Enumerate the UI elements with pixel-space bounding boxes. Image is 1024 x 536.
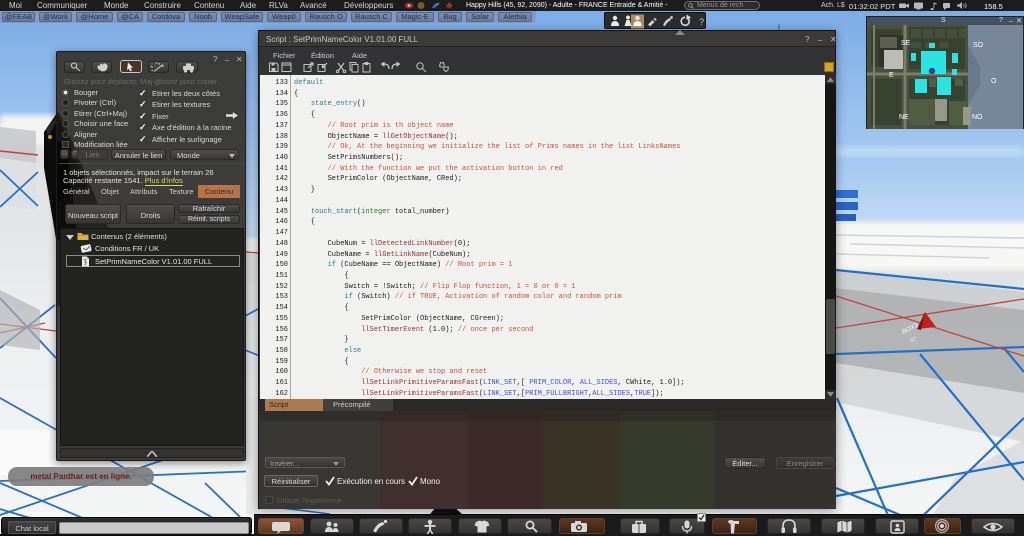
svg-text:?: ? xyxy=(699,17,704,27)
svg-text:SO: SO xyxy=(973,42,984,49)
svg-text:E: E xyxy=(889,72,894,79)
svg-text:SE: SE xyxy=(901,40,911,47)
svg-text:NO: NO xyxy=(972,114,983,121)
svg-text:O: O xyxy=(991,78,997,85)
svg-text:NE: NE xyxy=(899,114,909,121)
